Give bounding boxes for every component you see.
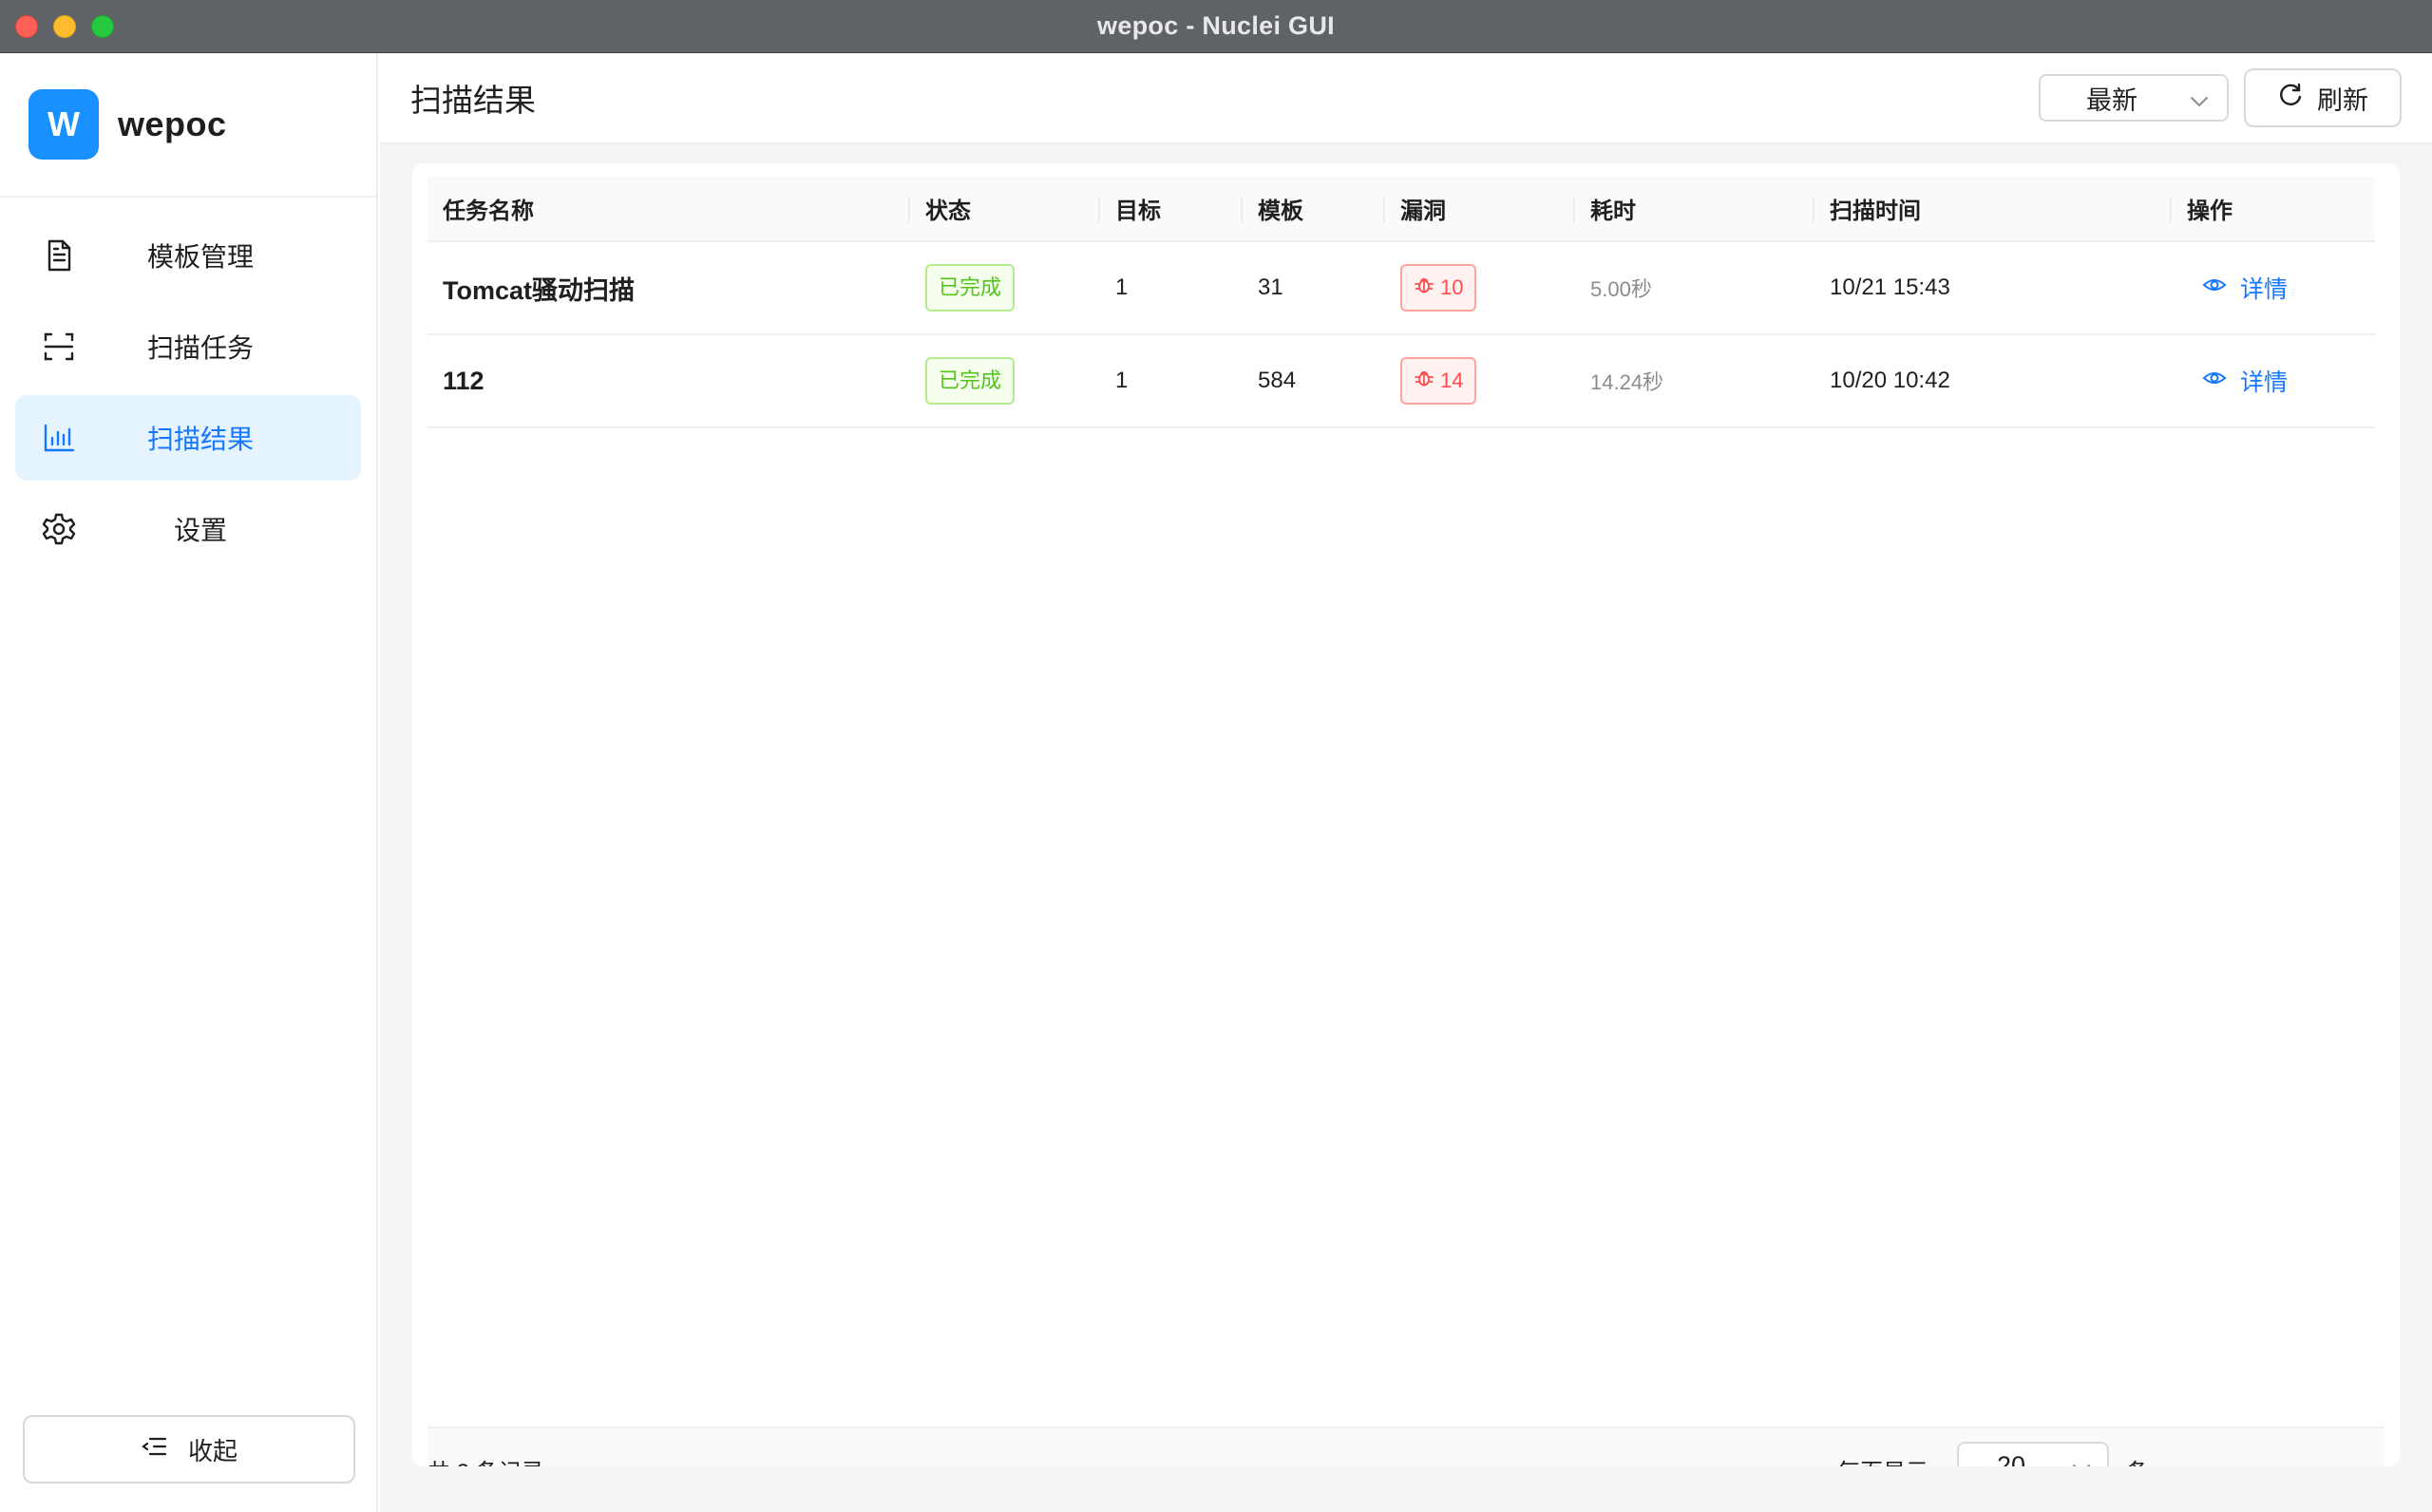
status-cell: 已完成 (910, 334, 1100, 428)
duration-cell: 14.24秒 (1575, 334, 1814, 428)
sidebar-item-scan-results[interactable]: 扫描结果 (15, 395, 361, 481)
templates-cell: 584 (1243, 334, 1385, 428)
window-controls (15, 15, 114, 38)
status-badge: 已完成 (925, 357, 1016, 405)
templates-cell: 31 (1243, 241, 1385, 335)
duration-cell: 5.00秒 (1575, 241, 1814, 335)
sidebar-menu: 模板管理 扫描任务 扫描结果 设置 (0, 198, 376, 572)
bar-chart-icon (42, 421, 76, 455)
vulns-cell: 14 (1385, 334, 1575, 428)
chevron-down-icon (2189, 89, 2210, 119)
vuln-count: 10 (1440, 275, 1464, 299)
scan-time-cell: 10/20 10:42 (1814, 334, 2172, 428)
task-name-cell: Tomcat骚动扫描 (428, 241, 910, 335)
action-cell: 详情 (2172, 334, 2375, 428)
detail-link[interactable]: 详情 (2187, 364, 2288, 398)
status-cell: 已完成 (910, 241, 1100, 335)
vulns-cell: 10 (1385, 241, 1575, 335)
status-badge: 已完成 (925, 264, 1016, 312)
window-title: wepoc - Nuclei GUI (1097, 11, 1335, 40)
vuln-count: 14 (1440, 369, 1464, 392)
task-name-cell: 112 (428, 334, 910, 428)
minimize-window-button[interactable] (53, 15, 76, 38)
detail-label: 详情 (2240, 276, 2289, 303)
targets-cell: 1 (1100, 241, 1243, 335)
scan-icon (42, 330, 76, 364)
column-header[interactable]: 漏洞 (1385, 177, 1575, 242)
refresh-icon (2277, 82, 2304, 115)
column-header[interactable]: 状态 (910, 177, 1100, 242)
close-window-button[interactable] (15, 15, 38, 38)
refresh-button[interactable]: 刷新 (2244, 68, 2402, 127)
vuln-count-badge: 14 (1400, 357, 1477, 405)
app-name: wepoc (118, 104, 227, 143)
sidebar-item-settings[interactable]: 设置 (15, 486, 361, 572)
chevron-down-icon (2071, 1457, 2092, 1466)
bug-icon (1414, 368, 1434, 394)
refresh-label: 刷新 (2317, 85, 2368, 115)
per-page-unit: 条 (2126, 1453, 2149, 1466)
column-header[interactable]: 耗时 (1575, 177, 1814, 242)
collapse-icon (141, 1435, 167, 1465)
main-content: 扫描结果 最新 刷新 任务名称 状态 目标 模板 漏洞 耗时 扫描时间 操作 T… (380, 53, 2432, 1512)
table-footer: 共 2 条记录 每页显示: 20 条 (428, 1427, 2384, 1466)
bug-icon (1414, 274, 1434, 301)
maximize-window-button[interactable] (91, 15, 114, 38)
column-header[interactable]: 任务名称 (428, 177, 910, 242)
sort-select-value: 最新 (2086, 85, 2138, 115)
page-size-value: 20 (1997, 1450, 2026, 1467)
gear-icon (42, 512, 76, 546)
table-row[interactable]: Tomcat骚动扫描 已完成 1 31 10 5.00秒 10/21 15:43… (428, 241, 2375, 335)
detail-link[interactable]: 详情 (2187, 271, 2288, 305)
sort-select[interactable]: 最新 (2039, 74, 2229, 122)
window-titlebar: wepoc - Nuclei GUI (0, 0, 2432, 53)
column-header[interactable]: 目标 (1100, 177, 1243, 242)
vuln-count-badge: 10 (1400, 264, 1477, 312)
detail-label: 详情 (2240, 369, 2289, 396)
eye-icon (2202, 274, 2227, 302)
total-records: 共 2 条记录 (428, 1453, 544, 1466)
column-header[interactable]: 模板 (1243, 177, 1385, 242)
collapse-label: 收起 (187, 1436, 238, 1465)
collapse-sidebar-button[interactable]: 收起 (23, 1415, 355, 1484)
per-page-label: 每页显示: (1837, 1453, 1935, 1466)
eye-icon (2202, 368, 2227, 395)
targets-cell: 1 (1100, 334, 1243, 428)
page-header: 扫描结果 最新 刷新 (380, 53, 2432, 144)
document-icon (42, 238, 76, 273)
column-header[interactable]: 操作 (2172, 177, 2375, 242)
results-card: 任务名称 状态 目标 模板 漏洞 耗时 扫描时间 操作 Tomcat骚动扫描 已… (412, 163, 2400, 1466)
brand: W wepoc (0, 53, 376, 198)
sidebar: W wepoc 模板管理 扫描任务 扫描结果 设置 收起 (0, 53, 378, 1512)
column-header[interactable]: 扫描时间 (1814, 177, 2172, 242)
page-title: 扫描结果 (410, 83, 536, 118)
table-header-row: 任务名称 状态 目标 模板 漏洞 耗时 扫描时间 操作 (428, 177, 2375, 242)
action-cell: 详情 (2172, 241, 2375, 335)
sidebar-item-scan-tasks[interactable]: 扫描任务 (15, 304, 361, 389)
page-size-select[interactable]: 20 (1957, 1442, 2109, 1466)
sidebar-item-templates[interactable]: 模板管理 (15, 213, 361, 298)
results-table: 任务名称 状态 目标 模板 漏洞 耗时 扫描时间 操作 Tomcat骚动扫描 已… (428, 177, 2375, 428)
app-logo: W (28, 89, 99, 160)
scan-time-cell: 10/21 15:43 (1814, 241, 2172, 335)
table-row[interactable]: 112 已完成 1 584 14 14.24秒 10/20 10:42 详情 (428, 334, 2375, 428)
